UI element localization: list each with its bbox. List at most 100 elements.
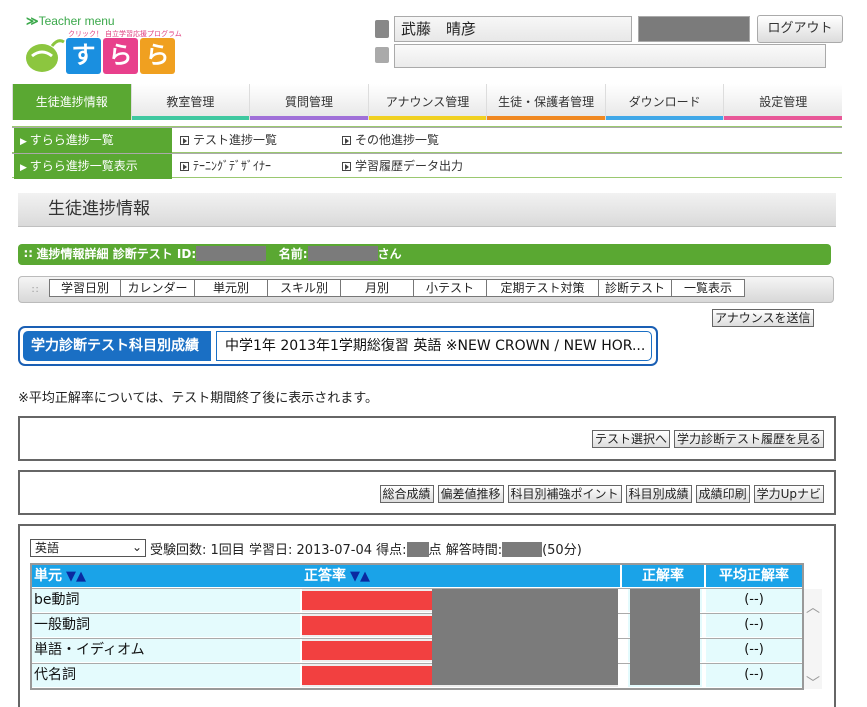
sort-arrows[interactable]: ▼▲ bbox=[350, 569, 370, 584]
san-label: さん bbox=[377, 247, 402, 261]
view-tab-periodic-test[interactable]: 定期テスト対策 bbox=[487, 279, 599, 297]
detail-bar: ∷ 進捗情報詳細 診断テスト ID: 名前: さん bbox=[18, 244, 831, 265]
exam-time-label: 解答時間: bbox=[445, 543, 503, 558]
avg-cell: (--) bbox=[706, 614, 802, 637]
nav-tab-label: 教室管理 bbox=[166, 95, 215, 109]
redacted-bar-region bbox=[432, 589, 618, 685]
logo-tile-3: ら bbox=[140, 38, 175, 74]
mouse-logo-icon bbox=[26, 39, 65, 72]
view-tab-diagnostic[interactable]: 診断テスト bbox=[599, 279, 672, 297]
unit-cell: 代名詞 bbox=[32, 664, 300, 687]
overall-results-button[interactable]: 総合成績 bbox=[379, 485, 434, 503]
test-select-button[interactable]: テスト選択へ bbox=[591, 430, 670, 448]
subject-box: 学力診断テスト科目別成績 中学1年 2013年1学期総復習 英語 ※NEW CR… bbox=[18, 326, 658, 366]
nav-tab-download[interactable]: ダウンロード bbox=[604, 84, 724, 120]
link-arrow-icon bbox=[342, 136, 351, 145]
logo-top-text: ≫Teacher menu bbox=[26, 14, 115, 28]
nav-tab-questions[interactable]: 質問管理 bbox=[249, 84, 368, 120]
view-tab-by-month[interactable]: 月別 bbox=[341, 279, 414, 297]
nav-tab-label: 質問管理 bbox=[284, 95, 333, 109]
unit-cell: 単語・イディオム bbox=[32, 639, 300, 662]
nav-tab-label: アナウンス管理 bbox=[385, 95, 470, 109]
nav-tab-label: 設定管理 bbox=[759, 95, 808, 109]
exam-score-label: 得点: bbox=[376, 543, 407, 558]
exam-count: 受験回数: 1回目 bbox=[150, 543, 245, 558]
subnav-test-list[interactable]: テスト進捗一覧 bbox=[180, 128, 277, 153]
skill-up-navi-button[interactable]: 学力Upナビ bbox=[753, 485, 824, 503]
view-tab-by-date[interactable]: 学習日別 bbox=[49, 279, 121, 297]
sort-arrows[interactable]: ▼▲ bbox=[66, 569, 86, 584]
redacted-time bbox=[502, 542, 543, 557]
nav-tab-settings[interactable]: 設定管理 bbox=[723, 84, 843, 120]
view-tabs-bar: ∷ 学習日別 カレンダー 単元別 スキル別 月別 小テスト 定期テスト対策 診断… bbox=[18, 276, 834, 303]
nav-tab-label: ダウンロード bbox=[628, 95, 701, 109]
grip-icon: ∷ bbox=[24, 247, 33, 261]
view-tab-list[interactable]: 一覧表示 bbox=[672, 279, 745, 297]
print-results-button[interactable]: 成績印刷 bbox=[695, 485, 750, 503]
subject-value: 中学1年 2013年1学期総復習 英語 ※NEW CROWN / NEW HOR… bbox=[216, 331, 652, 361]
logo-tiles: す ら ら bbox=[66, 38, 175, 74]
exam-date: 学習日: 2013-07-04 bbox=[248, 543, 372, 558]
average-note: ※平均正解率については、テスト期間終了後に表示されます。 bbox=[18, 391, 378, 406]
subject-select-value: 英語 bbox=[35, 541, 60, 555]
subnav-other-list[interactable]: その他進捗一覧 bbox=[342, 128, 439, 153]
announcement-field bbox=[394, 44, 826, 68]
view-tab-quiz[interactable]: 小テスト bbox=[414, 279, 487, 297]
user-icon bbox=[375, 20, 389, 38]
redacted-rate-region bbox=[630, 589, 700, 685]
subject-results-button[interactable]: 科目別成績 bbox=[625, 485, 692, 503]
unit-cell: be動詞 bbox=[32, 589, 300, 612]
redacted-field bbox=[638, 16, 750, 42]
user-name-field: 武藤 晴彦 bbox=[394, 16, 632, 42]
subnav-surara-list[interactable]: ▶ すらら進捗一覧 bbox=[14, 128, 172, 153]
send-announcement-button[interactable]: アナウンスを送信 bbox=[712, 309, 814, 327]
link-arrow-icon bbox=[180, 136, 189, 145]
exam-time-limit: (50分) bbox=[542, 543, 582, 558]
results-nav-panel: 総合成績 偏差値推移 科目別補強ポイント 科目別成績 成績印刷 学力Upナビ bbox=[18, 470, 836, 515]
subnav-history-export[interactable]: 学習履歴データ出力 bbox=[342, 154, 463, 179]
scroll-up-icon[interactable]: ︿ bbox=[804, 597, 822, 617]
logout-button[interactable]: ログアウト bbox=[757, 15, 843, 43]
nav-tab-progress[interactable]: 生徒進捗情報 bbox=[12, 84, 131, 120]
grip-icon: ∷ bbox=[32, 285, 39, 296]
subject-select[interactable]: 英語 ⌄ bbox=[30, 539, 146, 557]
header-correct-rate: 正解率 bbox=[622, 565, 704, 587]
avg-cell: (--) bbox=[706, 639, 802, 662]
link-arrow-icon bbox=[180, 162, 189, 171]
name-label: 名前: bbox=[278, 247, 308, 261]
page-title: 生徒進捗情報 bbox=[18, 193, 836, 227]
nav-tab-classroom[interactable]: 教室管理 bbox=[130, 84, 250, 120]
view-tab-by-skill[interactable]: スキル別 bbox=[268, 279, 341, 297]
nav-tab-label: 生徒進捗情報 bbox=[35, 95, 108, 109]
subnav-surara-display[interactable]: ▶ すらら進捗一覧表示 bbox=[14, 154, 172, 179]
logo-tile-2: ら bbox=[103, 38, 138, 74]
chevron-down-icon: ⌄ bbox=[131, 540, 142, 554]
header-unit: 単元 ▼▲ bbox=[32, 565, 302, 587]
logo-tile-1: す bbox=[66, 38, 101, 74]
scroll-down-icon[interactable]: ﹀ bbox=[804, 673, 822, 693]
view-tab-by-unit[interactable]: 単元別 bbox=[195, 279, 268, 297]
subnav-training-designer[interactable]: ﾃｰﾆﾝｸﾞﾃﾞｻﾞｲﾅｰ bbox=[180, 154, 271, 179]
link-arrow-icon bbox=[342, 162, 351, 171]
subject-weak-points-button[interactable]: 科目別補強ポイント bbox=[507, 485, 622, 503]
nav-tab-students[interactable]: 生徒・保護者管理 bbox=[486, 84, 605, 120]
redacted-score bbox=[406, 542, 429, 557]
speaker-icon bbox=[375, 47, 389, 63]
score-unit: 点 bbox=[428, 543, 442, 558]
deviation-trend-button[interactable]: 偏差値推移 bbox=[437, 485, 504, 503]
subject-label: 学力診断テスト科目別成績 bbox=[23, 331, 211, 361]
avg-cell: (--) bbox=[706, 664, 802, 687]
main-nav: 生徒進捗情報 教室管理 質問管理 アナウンス管理 生徒・保護者管理 ダウンロード… bbox=[12, 84, 843, 120]
redacted-id bbox=[196, 246, 267, 261]
test-history-button[interactable]: 学力診断テスト履歴を見る bbox=[673, 430, 824, 448]
avg-cell: (--) bbox=[706, 589, 802, 612]
redacted-name bbox=[307, 246, 378, 261]
table-scrollbar[interactable]: ︿ ﹀ bbox=[804, 589, 822, 692]
header-correct-answer-rate: 正答率 ▼▲ bbox=[302, 565, 620, 587]
nav-tab-label: 生徒・保護者管理 bbox=[498, 95, 595, 109]
view-tab-calendar[interactable]: カレンダー bbox=[121, 279, 195, 297]
unit-cell: 一般動詞 bbox=[32, 614, 300, 637]
sub-nav: ▶ すらら進捗一覧 テスト進捗一覧 その他進捗一覧 ▶ すらら進捗一覧表示 ﾃｰ… bbox=[12, 126, 842, 179]
exam-info: 受験回数: 1回目 学習日: 2013-07-04 得点: 点 解答時間: (50分… bbox=[150, 539, 582, 558]
nav-tab-announce[interactable]: アナウンス管理 bbox=[367, 84, 487, 120]
